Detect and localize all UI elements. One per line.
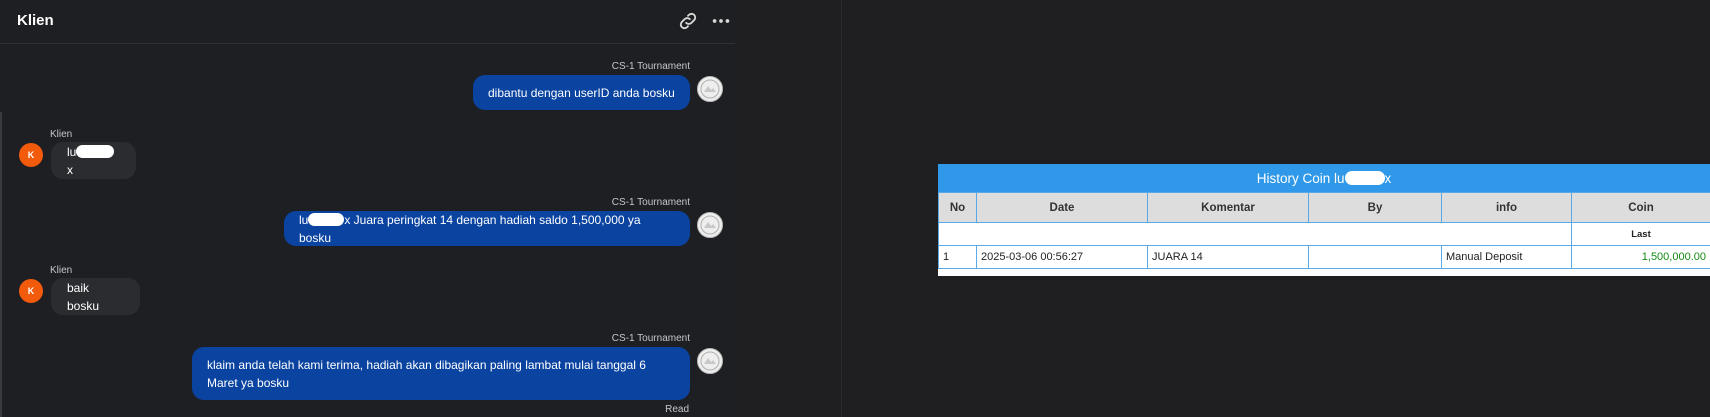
client-avatar: K bbox=[19, 279, 43, 303]
message-text: klaim anda telah kami terima, hadiah aka… bbox=[207, 356, 646, 392]
client-avatar: K bbox=[19, 143, 43, 167]
link-icon[interactable] bbox=[677, 10, 699, 32]
agent-logo-icon bbox=[700, 215, 720, 235]
agent-avatar bbox=[697, 76, 723, 102]
history-coin-panel: History Coin lu x No Date Komentar By inf… bbox=[938, 164, 1710, 276]
column-header-coin: Coin bbox=[1571, 192, 1710, 223]
history-title-start: History Coin lu bbox=[1256, 170, 1345, 186]
sender-name: CS-1 Tournament bbox=[611, 197, 690, 208]
cell-coin: 1,500,000.00 bbox=[1571, 245, 1710, 269]
scroll-edge bbox=[0, 112, 2, 417]
redaction-mask bbox=[76, 144, 115, 158]
agent-logo-icon bbox=[700, 351, 720, 371]
chat-header: Klien bbox=[0, 0, 735, 44]
message-text-start: lu bbox=[67, 144, 77, 159]
incoming-message[interactable]: baik bosku bbox=[51, 278, 140, 315]
sender-name: CS-1 Tournament bbox=[611, 333, 690, 344]
history-title-end: x bbox=[1384, 170, 1392, 186]
message-text: lu x bbox=[67, 143, 120, 179]
column-header-info: info bbox=[1441, 192, 1572, 223]
chat-title: Klien bbox=[17, 12, 54, 29]
column-header-no: No bbox=[938, 192, 977, 223]
sender-name: CS-1 Tournament bbox=[611, 61, 690, 72]
message-line-2: Maret ya bosku bbox=[207, 375, 290, 390]
agent-avatar bbox=[697, 348, 723, 374]
column-header-date: Date bbox=[976, 192, 1148, 223]
more-icon[interactable] bbox=[710, 10, 732, 32]
subheader-row: Last bbox=[938, 222, 1710, 246]
cell-date: 2025-03-06 00:56:27 bbox=[976, 245, 1148, 269]
chat-panel: Klien CS-1 Tournament dibantu dengan use… bbox=[0, 0, 735, 417]
cell-by bbox=[1308, 245, 1442, 269]
subheader-spacer bbox=[938, 222, 1572, 246]
message-line-1: klaim anda telah kami terima, hadiah aka… bbox=[207, 357, 646, 372]
history-title: History Coin lu x bbox=[938, 164, 1710, 192]
table-row: 1 2025-03-06 00:56:27 JUARA 14 Manual De… bbox=[938, 245, 1710, 269]
agent-avatar bbox=[697, 212, 723, 238]
message-text: baik bosku bbox=[67, 280, 100, 313]
cell-komentar: JUARA 14 bbox=[1147, 245, 1309, 269]
message-text-end: x Juara peringkat 14 dengan hadiah saldo… bbox=[299, 212, 641, 245]
message-text: lu x Juara peringkat 14 dengan hadiah sal… bbox=[299, 211, 675, 247]
pane-divider bbox=[841, 0, 842, 417]
agent-logo-icon bbox=[700, 79, 720, 99]
table-header-row: No Date Komentar By info Coin bbox=[938, 192, 1710, 223]
outgoing-message[interactable]: klaim anda telah kami terima, hadiah aka… bbox=[192, 347, 690, 400]
sender-name: Klien bbox=[50, 129, 73, 140]
incoming-message[interactable]: lu x bbox=[51, 142, 136, 179]
outgoing-message[interactable]: dibantu dengan userID anda bosku bbox=[473, 75, 690, 110]
history-table: No Date Komentar By info Coin Last 1 202… bbox=[938, 192, 1710, 269]
message-text-start: lu bbox=[299, 212, 309, 227]
column-header-by: By bbox=[1308, 192, 1442, 223]
redaction-mask bbox=[1344, 171, 1385, 185]
message-text: dibantu dengan userID anda bosku bbox=[488, 85, 675, 100]
last-label: Last bbox=[1571, 222, 1710, 246]
outgoing-message[interactable]: lu x Juara peringkat 14 dengan hadiah sal… bbox=[284, 211, 690, 246]
cell-info: Manual Deposit bbox=[1441, 245, 1572, 269]
column-header-komentar: Komentar bbox=[1147, 192, 1309, 223]
read-status: Read bbox=[665, 404, 689, 415]
sender-name: Klien bbox=[50, 265, 73, 276]
cell-no: 1 bbox=[938, 245, 977, 269]
redaction-mask bbox=[308, 212, 345, 226]
message-text-end: x bbox=[67, 162, 73, 177]
